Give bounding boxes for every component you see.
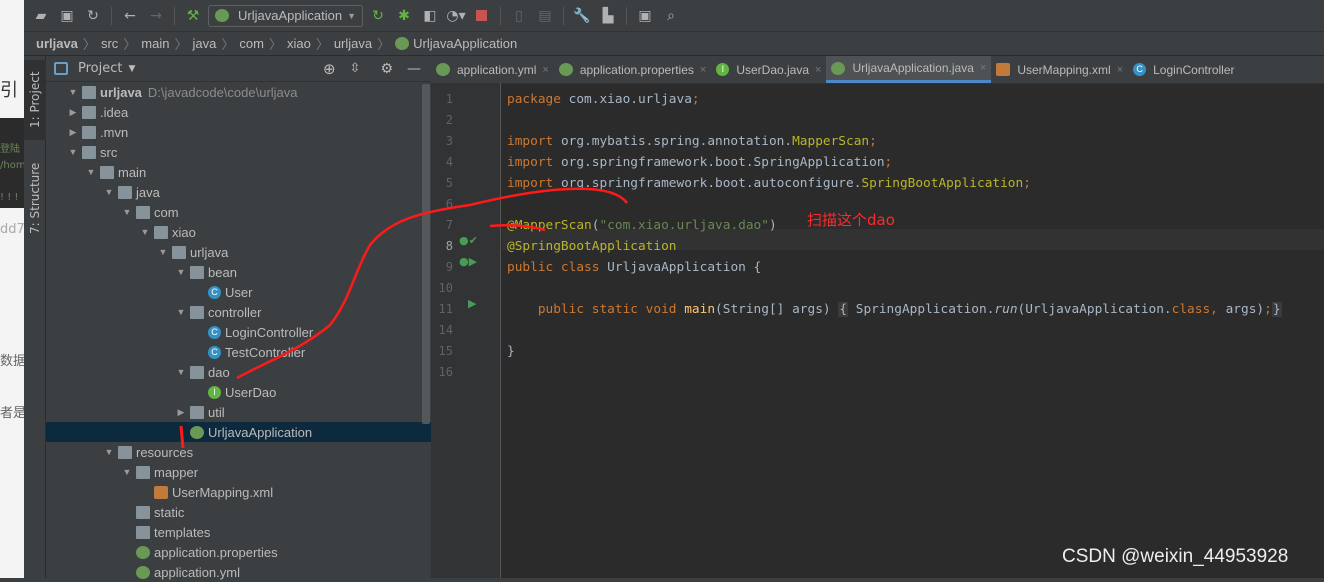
underline-stroke (489, 223, 546, 232)
bg-fragment: /home (0, 160, 24, 171)
bg-fragment: 登陆 (0, 144, 20, 155)
watermark: CSDN @weixin_44953928 (1062, 546, 1289, 567)
annotation-stroke (179, 425, 185, 449)
annotation-stroke (236, 187, 629, 380)
red-annotation-strokes (179, 187, 629, 449)
bg-fragment: ! ! ! (0, 192, 19, 203)
